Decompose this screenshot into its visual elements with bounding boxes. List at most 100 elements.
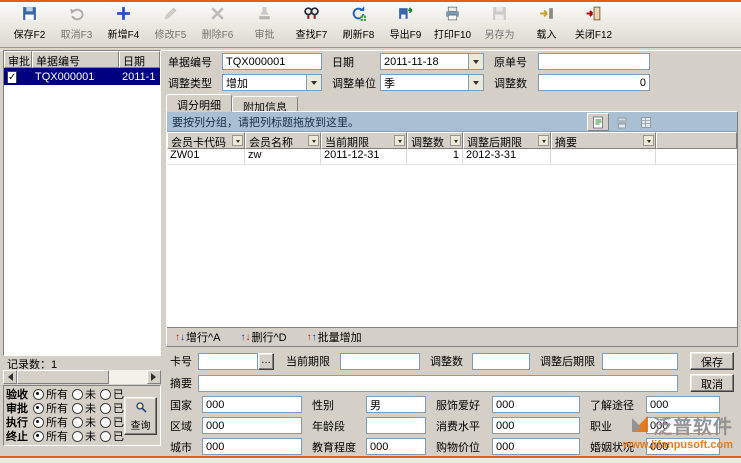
cancel-row-button[interactable]: 取消 xyxy=(690,374,734,392)
adjust-unit-dropdown-button[interactable] xyxy=(469,74,484,91)
occupation-input[interactable] xyxy=(646,417,720,434)
radio-done[interactable] xyxy=(100,403,111,414)
column-header-adjust-num[interactable]: 调整数 xyxy=(407,132,463,149)
date-dropdown-button[interactable] xyxy=(469,53,484,70)
doc-no-input[interactable] xyxy=(222,53,322,70)
scroll-right-button[interactable] xyxy=(147,370,161,384)
document-list-row-selected[interactable]: TQX000001 2011-1 xyxy=(4,68,160,85)
print-button[interactable]: 打印F10 xyxy=(429,5,476,45)
print-label: 打印F10 xyxy=(434,26,471,41)
radio-not[interactable] xyxy=(72,431,83,442)
save-button[interactable]: 保存F2 xyxy=(6,5,53,45)
radio-not[interactable] xyxy=(72,403,83,414)
save-as-button[interactable]: 另存为 xyxy=(476,5,523,45)
grid-data-row[interactable]: ZW01 zw 2011-12-31 1 2012-3-31 xyxy=(167,149,737,165)
column-header-approve[interactable]: 审批 xyxy=(4,51,32,68)
card-no-input[interactable] xyxy=(198,353,258,370)
scroll-left-button[interactable] xyxy=(3,370,17,384)
cell-current-period: 2011-12-31 xyxy=(321,149,407,164)
marital-status-input[interactable] xyxy=(646,438,720,455)
save-row-button[interactable]: 保存 xyxy=(690,352,734,370)
radio-done[interactable] xyxy=(100,417,111,428)
column-filter-arrow[interactable] xyxy=(308,135,319,146)
column-header-summary[interactable]: 摘要 xyxy=(551,132,656,149)
export-button[interactable]: 导出F9 xyxy=(382,5,429,45)
tab-detail[interactable]: 调分明细 xyxy=(166,94,232,112)
main-area: 单据编号 日期 原单号 调整类型 调整单位 xyxy=(164,50,738,456)
scrollbar-track[interactable] xyxy=(109,370,147,384)
refresh-button[interactable]: 刷新F8 xyxy=(335,5,382,45)
radio-all[interactable] xyxy=(33,431,44,442)
gender-input[interactable] xyxy=(366,396,426,413)
gender-label: 性别 xyxy=(310,397,366,413)
close-button[interactable]: 关闭F12 xyxy=(570,5,617,45)
date-input[interactable] xyxy=(380,53,469,70)
column-filter-arrow[interactable] xyxy=(450,135,461,146)
radio-not[interactable] xyxy=(72,417,83,428)
spend-level-input[interactable] xyxy=(492,417,580,434)
modify-label: 修改F5 xyxy=(155,26,187,41)
age-group-input[interactable] xyxy=(366,417,426,434)
document-list-hscrollbar[interactable] xyxy=(3,370,161,384)
group-by-bar[interactable]: 要按列分组，请把列标题拖放到这里。 xyxy=(167,112,737,132)
radio-all-label[interactable]: 所有 xyxy=(46,428,68,444)
adjust-count-input[interactable] xyxy=(472,353,530,370)
price-range-input[interactable] xyxy=(492,438,580,455)
adjust-type-input[interactable] xyxy=(222,74,307,91)
column-header-after-period[interactable]: 调整后期限 xyxy=(463,132,551,149)
radio-done[interactable] xyxy=(100,389,111,400)
column-header-current-period[interactable]: 当前期限 xyxy=(321,132,407,149)
query-button[interactable]: 查询 xyxy=(124,397,157,435)
layout-grid-icon[interactable] xyxy=(635,113,657,131)
after-period-input[interactable] xyxy=(602,353,678,370)
cancel-button[interactable]: 取消F3 xyxy=(53,5,100,45)
column-filter-arrow[interactable] xyxy=(643,135,654,146)
clothing-pref-label: 服饰爱好 xyxy=(434,397,492,413)
radio-all[interactable] xyxy=(33,403,44,414)
find-button[interactable]: 查找F7 xyxy=(288,5,335,45)
modify-button[interactable]: 修改F5 xyxy=(147,5,194,45)
delete-row-action[interactable]: ↑↓ 删行^D xyxy=(241,329,287,345)
approve-checkbox[interactable] xyxy=(7,71,17,83)
batch-add-action[interactable]: ↑↑ 批量增加 xyxy=(307,329,362,345)
approve-button[interactable]: 审批 xyxy=(241,5,288,45)
referral-label: 了解途径 xyxy=(588,397,646,413)
card-browse-button[interactable]: … xyxy=(258,353,274,370)
country-input[interactable] xyxy=(202,396,302,413)
radio-all[interactable] xyxy=(33,417,44,428)
adjust-unit-input[interactable] xyxy=(380,74,469,91)
load-button[interactable]: 载入 xyxy=(523,5,570,45)
new-button[interactable]: 新增F4 xyxy=(100,5,147,45)
radio-done-label[interactable]: 已 xyxy=(113,428,124,444)
education-input[interactable] xyxy=(366,438,426,455)
region-input[interactable] xyxy=(202,417,302,434)
add-row-action[interactable]: ↑↓ 增行^A xyxy=(175,329,221,345)
radio-not-label[interactable]: 未 xyxy=(85,428,96,444)
city-input[interactable] xyxy=(202,438,302,455)
current-period-input[interactable] xyxy=(340,353,420,370)
referral-input[interactable] xyxy=(646,396,720,413)
radio-not[interactable] xyxy=(72,389,83,400)
tab-extra-info[interactable]: 附加信息 xyxy=(232,96,298,112)
column-filter-arrow[interactable] xyxy=(394,135,405,146)
column-header-member-name[interactable]: 会员名称 xyxy=(245,132,321,149)
radio-done[interactable] xyxy=(100,431,111,442)
summary-input[interactable] xyxy=(198,375,678,392)
column-filter-arrow[interactable] xyxy=(232,135,243,146)
column-filter-arrow[interactable] xyxy=(538,135,549,146)
column-header-card-code[interactable]: 会员卡代码 xyxy=(167,132,245,149)
adjust-type-dropdown-button[interactable] xyxy=(307,74,322,91)
print-grid-icon[interactable] xyxy=(611,113,633,131)
radio-all[interactable] xyxy=(33,389,44,400)
adjust-num-input[interactable] xyxy=(538,74,650,91)
delete-button[interactable]: 删除F6 xyxy=(194,5,241,45)
grid-actions-bar: ↑↓ 增行^A ↑↓ 删行^D ↑↑ 批量增加 xyxy=(167,327,737,346)
scrollbar-thumb[interactable] xyxy=(17,370,109,384)
orig-no-input[interactable] xyxy=(538,53,650,70)
column-header-doc-no[interactable]: 单据编号 xyxy=(32,51,119,68)
adjust-num-label: 调整数 xyxy=(492,75,538,91)
column-header-date[interactable]: 日期 xyxy=(119,51,160,68)
export-grid-icon[interactable] xyxy=(587,113,609,131)
clothing-pref-input[interactable] xyxy=(492,396,580,413)
delete-row-icon: ↑↓ xyxy=(241,331,251,343)
